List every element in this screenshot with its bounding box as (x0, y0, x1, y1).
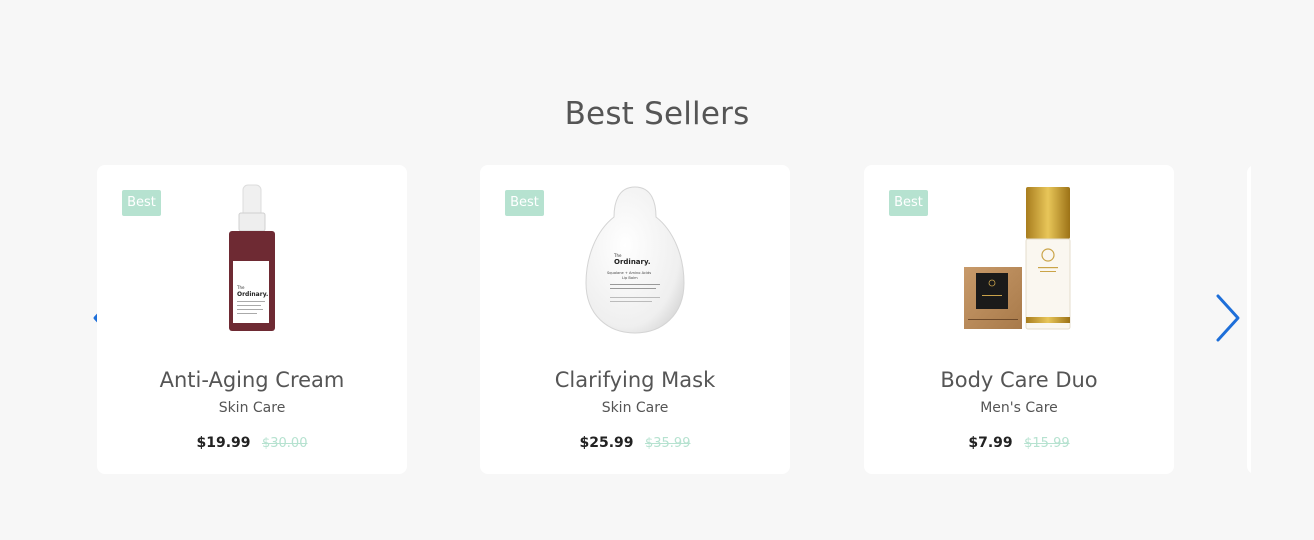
original-price: $30.00 (261, 436, 308, 451)
mask-tube-image: The Ordinary. Squalane + Amino Acids Lip… (585, 186, 685, 334)
mask-line-2: Lip Balm (622, 276, 638, 280)
product-card[interactable]: Best The Ordinary. Anti-Aging Cream Skin… (97, 165, 407, 474)
best-badge: Best (505, 190, 544, 216)
chevron-right-icon (1216, 294, 1240, 342)
product-name[interactable]: Clarifying Mask (480, 368, 790, 392)
product-category: Skin Care (601, 400, 669, 416)
product-category: Men's Care (980, 400, 1058, 416)
product-card[interactable]: Best Body Care Duo Men's Care $7.99 $15.… (864, 165, 1174, 474)
price-row: $7.99 $15.99 (864, 435, 1174, 451)
product-card-partial[interactable] (1247, 165, 1251, 474)
product-carousel: Best The Ordinary. Anti-Aging Cream Skin… (97, 165, 1251, 474)
original-price: $15.99 (1024, 436, 1070, 451)
section-title: Best Sellers (564, 96, 750, 132)
original-price: $35.99 (644, 436, 691, 451)
product-name[interactable]: Body Care Duo (864, 368, 1174, 392)
current-price: $19.99 (196, 435, 251, 451)
price-row: $19.99 $30.00 (97, 435, 407, 451)
current-price: $7.99 (968, 435, 1013, 451)
best-badge: Best (122, 190, 161, 216)
price-row: $25.99 $35.99 (480, 435, 790, 451)
body-care-duo-image (964, 187, 1071, 330)
serum-brand-top: The (236, 285, 245, 290)
carousel-next-button[interactable] (1209, 293, 1245, 345)
mask-line-1: Squalane + Amino Acids (607, 271, 651, 275)
product-category: Skin Care (218, 400, 286, 416)
product-name[interactable]: Anti-Aging Cream (97, 368, 407, 392)
serum-bottle-image: The Ordinary. (229, 184, 275, 331)
serum-brand: Ordinary. (237, 291, 268, 298)
current-price: $25.99 (579, 435, 634, 451)
mask-brand: Ordinary. (614, 258, 651, 266)
product-card[interactable]: Best The Ordinary. Squalane + Amino Acid… (480, 165, 790, 474)
best-badge: Best (889, 190, 928, 216)
